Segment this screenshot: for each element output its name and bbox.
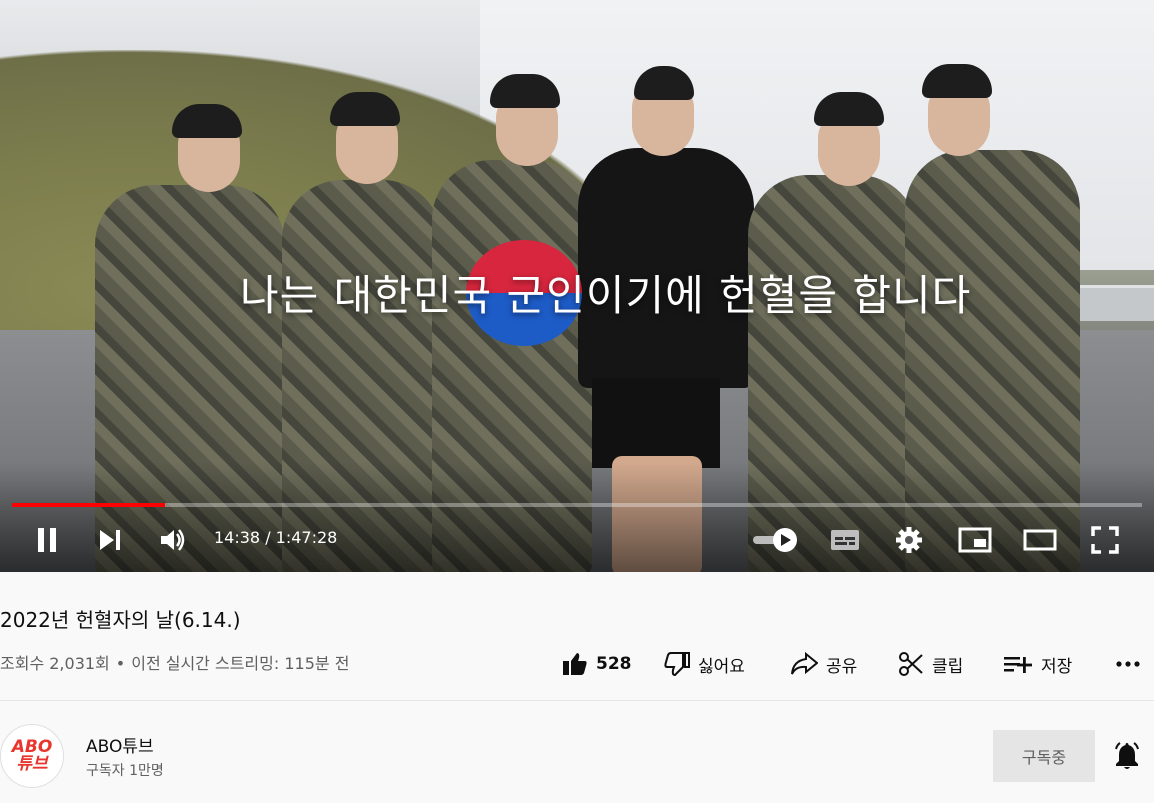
subtitles-button[interactable] — [826, 522, 864, 558]
share-icon — [791, 652, 818, 675]
dislike-button[interactable]: 싫어요 — [664, 648, 745, 680]
clip-label: 클립 — [932, 656, 964, 677]
pause-button[interactable] — [28, 522, 66, 558]
clip-icon — [899, 652, 923, 676]
notification-bell-button[interactable] — [1110, 738, 1144, 774]
time-display: 14:38 / 1:47:28 — [214, 528, 337, 547]
pause-icon — [38, 528, 56, 552]
channel-name[interactable]: ABO튜브 — [86, 732, 154, 757]
progress-bar[interactable] — [12, 503, 1142, 507]
more-actions-button[interactable] — [1112, 648, 1144, 680]
save-label: 저장 — [1041, 656, 1073, 677]
settings-icon — [896, 527, 922, 553]
share-label: 공유 — [826, 656, 858, 677]
volume-button[interactable] — [154, 522, 192, 558]
dislike-label: 싫어요 — [698, 656, 745, 677]
miniplayer-icon — [958, 527, 992, 553]
save-button[interactable]: 저장 — [1003, 648, 1072, 680]
like-button[interactable]: 528 — [562, 648, 632, 680]
miniplayer-button[interactable] — [955, 522, 995, 558]
channel-logo: ABO 튜브 — [12, 739, 53, 773]
duration: 1:47:28 — [275, 528, 338, 547]
subtitles-icon — [831, 530, 859, 550]
autoplay-toggle[interactable] — [750, 522, 802, 558]
meta-dot: • — [115, 654, 126, 673]
subscriber-count: 구독자 1만명 — [86, 763, 164, 779]
dislike-icon — [664, 652, 690, 677]
settings-button[interactable] — [890, 522, 928, 558]
like-icon — [563, 653, 587, 675]
channel-avatar[interactable]: ABO 튜브 — [0, 724, 64, 788]
time-separator: / — [260, 528, 276, 547]
clip-button[interactable]: 클립 — [898, 648, 963, 680]
bell-icon — [1115, 742, 1139, 769]
section-divider — [0, 700, 1154, 701]
video-title: 2022년 헌혈자의 날(6.14.) — [0, 608, 241, 632]
theater-mode-button[interactable] — [1020, 522, 1060, 558]
like-count: 528 — [596, 654, 632, 674]
next-icon — [100, 530, 120, 550]
view-count: 조회수 2,031회 — [0, 654, 110, 673]
autoplay-toggle-icon — [753, 528, 797, 552]
video-player[interactable]: 나는 대한민국 군인이기에 헌혈을 합니다 14:38 / 1:47:28 — [0, 0, 1154, 572]
next-button[interactable] — [92, 522, 128, 558]
video-meta: 조회수 2,031회 • 이전 실시간 스트리밍: 115분 전 — [0, 650, 355, 674]
volume-icon — [161, 529, 185, 551]
fullscreen-button[interactable] — [1086, 522, 1124, 558]
fullscreen-icon — [1091, 526, 1119, 554]
theater-icon — [1023, 529, 1057, 551]
current-time: 14:38 — [214, 528, 261, 547]
stream-time: 이전 실시간 스트리밍: 115분 전 — [131, 654, 350, 673]
save-icon — [1004, 657, 1032, 673]
more-icon — [1116, 661, 1140, 667]
share-button[interactable]: 공유 — [790, 648, 857, 680]
progress-bar-played — [12, 503, 166, 507]
logo-line-2: 튜브 — [16, 754, 48, 774]
subscribed-button[interactable]: 구독중 — [993, 730, 1095, 782]
video-caption-overlay: 나는 대한민국 군인이기에 헌혈을 합니다 — [240, 271, 972, 320]
